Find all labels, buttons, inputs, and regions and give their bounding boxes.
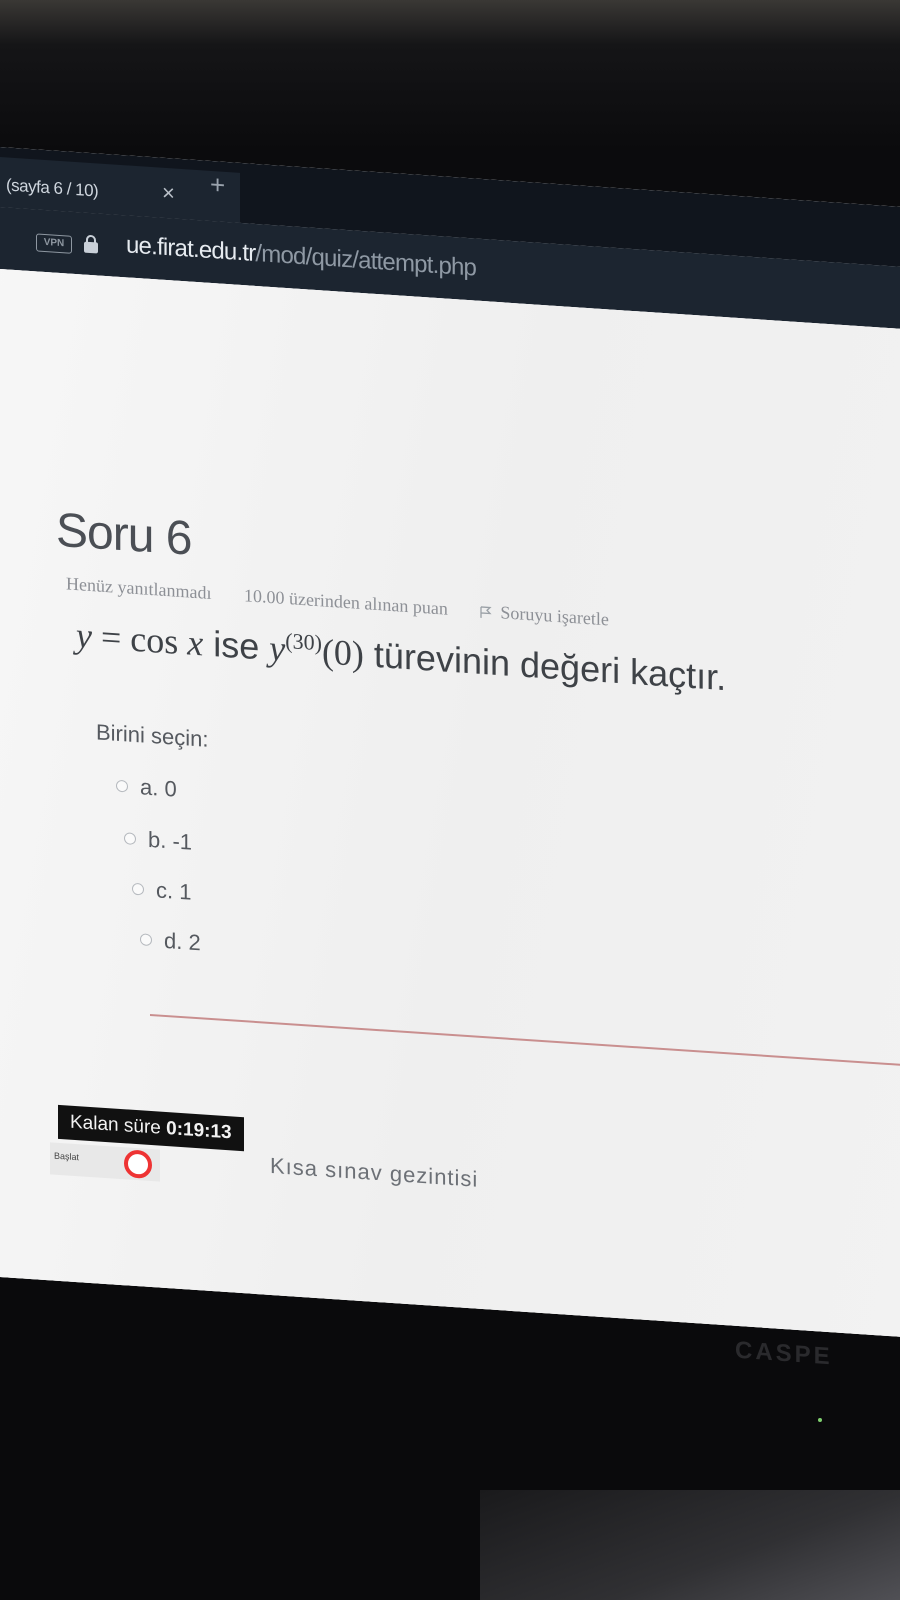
answer-prompt: Birini seçin: (96, 719, 209, 752)
section-divider (150, 1013, 900, 1070)
desk-surface (480, 1490, 900, 1600)
option-b[interactable]: b. -1 (124, 825, 192, 856)
monitor-bezel-top (0, 0, 900, 150)
question-text-rest: türevinin değeri kaçtır. (363, 633, 727, 699)
flag-icon (480, 606, 492, 619)
math-eq-cos: = cos (91, 616, 188, 663)
monitor-screen: (sayfa 6 / 10) × + VPN ue.firat.edu.tr/m… (0, 145, 900, 1342)
question-title: Soru 6 (56, 503, 192, 566)
start-button[interactable]: Başlat (54, 1151, 79, 1163)
url-host: ue.firat.edu.tr (126, 231, 256, 267)
radio-button[interactable] (140, 933, 152, 947)
option-label: d. 2 (164, 927, 201, 956)
taskbar: Başlat (50, 1142, 160, 1182)
question-status: Henüz yanıtlanmadı (66, 573, 212, 604)
quiz-navigation-link[interactable]: Kısa sınav gezintisi (270, 1153, 478, 1193)
radio-button[interactable] (124, 832, 136, 846)
math-x: x (187, 622, 204, 664)
math-exponent: (30) (285, 627, 322, 656)
url-text[interactable]: ue.firat.edu.tr/mod/quiz/attempt.php (126, 231, 476, 282)
math-argument: (0) (321, 631, 364, 675)
url-path: /mod/quiz/attempt.php (255, 239, 477, 282)
quiz-page: Soru 6 Henüz yanıtlanmadı 10.00 üzerinde… (0, 267, 900, 1342)
opera-browser-icon[interactable] (124, 1149, 152, 1180)
flag-question-label: Soruyu işaretle (500, 602, 609, 630)
option-label: a. 0 (140, 774, 177, 802)
text-ise: ise (203, 622, 270, 668)
monitor-brand-logo: CASPE (735, 1336, 833, 1371)
radio-button[interactable] (132, 882, 144, 896)
timer-value: 0:19:13 (166, 1118, 232, 1144)
option-label: c. 1 (156, 877, 192, 905)
option-c[interactable]: c. 1 (132, 876, 191, 906)
power-led (818, 1418, 822, 1422)
math-y-derivative: y (269, 627, 286, 669)
photo-stage: (sayfa 6 / 10) × + VPN ue.firat.edu.tr/m… (0, 0, 900, 1600)
option-d[interactable]: d. 2 (140, 926, 201, 956)
question-points: 10.00 üzerinden alınan puan (243, 585, 448, 619)
flag-question-link[interactable]: Soruyu işaretle (480, 601, 636, 631)
option-a[interactable]: a. 0 (116, 773, 177, 803)
new-tab-icon[interactable]: + (210, 169, 225, 201)
radio-button[interactable] (116, 779, 128, 793)
tab-close-icon[interactable]: × (162, 180, 175, 207)
tab-title: (sayfa 6 / 10) (6, 175, 99, 201)
lock-icon[interactable] (84, 234, 98, 254)
timer-label: Kalan süre (70, 1111, 167, 1140)
option-label: b. -1 (148, 826, 193, 855)
math-y: y (76, 615, 92, 657)
vpn-badge[interactable]: VPN (36, 233, 72, 254)
